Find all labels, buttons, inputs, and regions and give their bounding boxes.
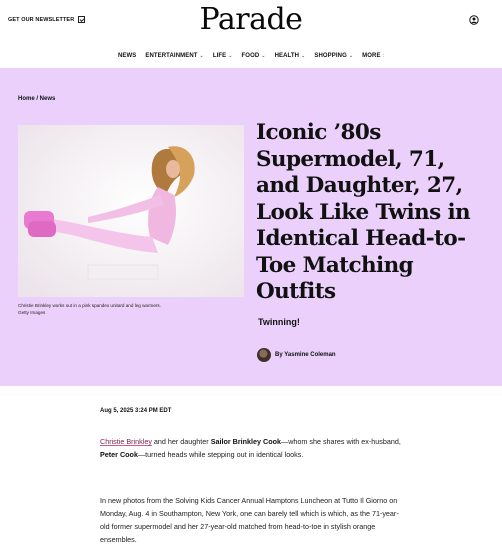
- publish-date: Aug 5, 2025 3:24 PM EDT: [100, 408, 172, 414]
- chevron-down-icon: ⌄: [301, 53, 306, 59]
- caption-text: Christie Brinkley works out in a pink sp…: [18, 303, 161, 308]
- hero-photo-illustration: [18, 125, 244, 297]
- nav-item-news[interactable]: NEWS: [118, 53, 136, 59]
- main-nav: NEWS ENTERTAINMENT ⌄ LIFE ⌄ FOOD ⌄ HEALT…: [0, 47, 502, 65]
- caption-credit: Getty Images: [18, 310, 46, 316]
- article-paragraph: In new photos from the Solving Kids Canc…: [100, 496, 399, 544]
- chevron-down-icon: ⌄: [228, 53, 233, 59]
- nav-item-health[interactable]: HEALTH ⌄: [275, 53, 306, 59]
- article-hero: Home / News Christie Brinkley works out …: [0, 68, 502, 386]
- site-logo[interactable]: Parade: [0, 2, 502, 37]
- paragraph-text: and her daughter: [151, 437, 211, 446]
- account-icon[interactable]: [469, 15, 479, 25]
- breadcrumb[interactable]: Home / News: [18, 96, 55, 102]
- person-link-christie-brinkley[interactable]: Christie Brinkley: [100, 437, 152, 446]
- nav-label: FOOD: [241, 53, 260, 59]
- nav-label: ENTERTAINMENT: [145, 53, 198, 59]
- more-dots-icon: :: [382, 53, 385, 59]
- nav-item-entertainment[interactable]: ENTERTAINMENT ⌄: [145, 53, 203, 59]
- person-name: Peter Cook: [100, 450, 138, 459]
- chevron-down-icon: ⌄: [261, 53, 266, 59]
- article-paragraph: Christie Brinkley and her daughter Sailo…: [100, 435, 402, 461]
- paragraph-text: —whom she shares with ex-husband,: [281, 437, 401, 446]
- person-name: Sailor Brinkley Cook: [210, 437, 281, 446]
- author-name: By Yasmine Coleman: [275, 352, 336, 358]
- article-headline: Iconic ’80s Supermodel, 71, and Daughter…: [256, 120, 471, 304]
- nav-item-life[interactable]: LIFE ⌄: [213, 53, 233, 59]
- author-byline[interactable]: By Yasmine Coleman: [257, 348, 336, 362]
- chevron-down-icon: ⌄: [199, 53, 204, 59]
- nav-item-shopping[interactable]: SHOPPING ⌄: [314, 53, 353, 59]
- site-header: GET OUR NEWSLETTER Parade: [0, 0, 502, 44]
- nav-label: NEWS: [117, 53, 137, 59]
- paragraph-text: —turned heads while stepping out in iden…: [137, 450, 304, 459]
- nav-label: MORE: [362, 53, 381, 59]
- nav-item-food[interactable]: FOOD ⌄: [242, 53, 266, 59]
- chevron-down-icon: ⌄: [348, 53, 354, 59]
- nav-label: HEALTH: [274, 53, 300, 59]
- author-avatar: [257, 348, 271, 362]
- nav-label: LIFE: [212, 53, 227, 59]
- hero-image: [18, 125, 244, 297]
- image-caption: Christie Brinkley works out in a pink sp…: [18, 302, 244, 317]
- nav-label: SHOPPING: [314, 53, 347, 59]
- article-dek: Twinning!: [258, 317, 300, 327]
- nav-item-more[interactable]: MORE :: [362, 53, 384, 59]
